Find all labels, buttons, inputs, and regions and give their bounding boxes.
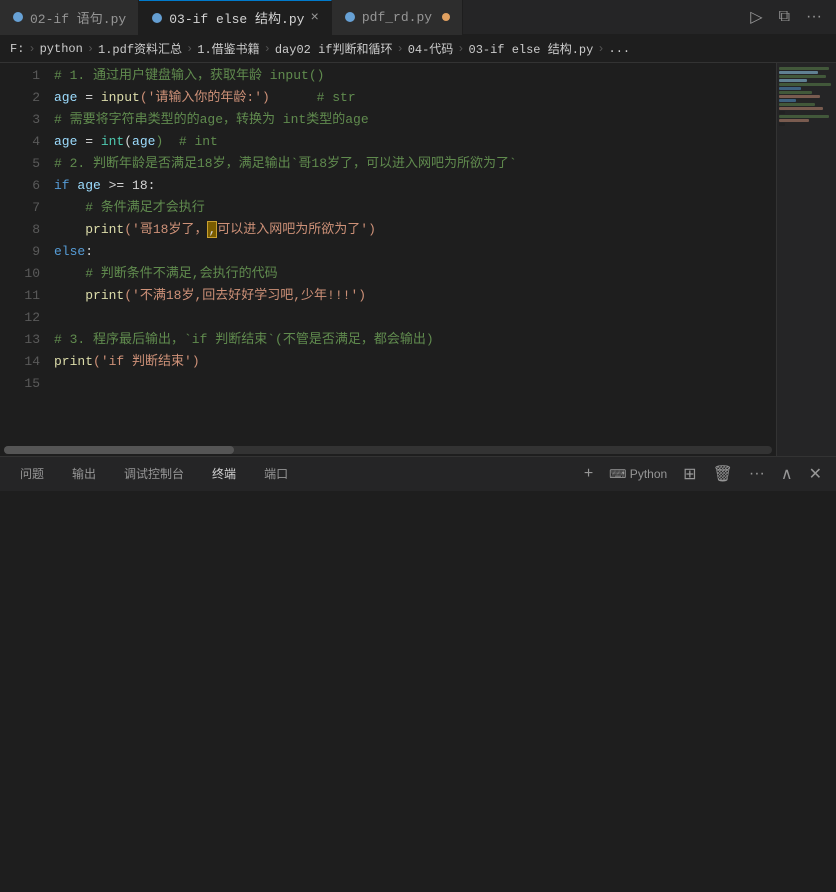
code-line-9: else: <box>54 241 776 263</box>
line-number-9: 9 <box>0 241 40 263</box>
breadcrumb: F: › python › 1.pdf资料汇总 › 1.借鉴书籍 › day02… <box>0 35 836 63</box>
tab-bar: 02-if 语句.py 03-if else 结构.py × pdf_rd.py… <box>0 0 836 35</box>
split-editor-button[interactable]: ⧉ <box>773 6 796 28</box>
collapse-panel-button[interactable]: ∧ <box>775 462 799 486</box>
minimap-content <box>777 63 836 456</box>
minimap-line <box>779 67 829 70</box>
panel-tab-problems[interactable]: 问题 <box>8 457 56 492</box>
python-file-icon <box>12 11 24 23</box>
python-file-icon-active <box>151 12 163 24</box>
run-button[interactable]: ▷ <box>744 5 768 29</box>
add-terminal-button[interactable]: + <box>578 463 599 485</box>
tab-actions: ▷ ⧉ ··· <box>744 5 836 29</box>
code-line-11: print('不满18岁,回去好好学习吧,少年!!!') <box>54 285 776 307</box>
dirty-indicator <box>442 13 450 21</box>
minimap-line <box>779 107 823 110</box>
tab-03-if-else[interactable]: 03-if else 结构.py × <box>139 0 332 35</box>
minimap-line <box>779 123 785 126</box>
minimap <box>776 63 836 456</box>
tab-pdf-rd-label: pdf_rd.py <box>362 10 432 25</box>
trash-button[interactable]: 🗑 <box>707 462 739 486</box>
line-number-13: 13 <box>0 329 40 351</box>
line-number-15: 15 <box>0 373 40 395</box>
line-number-12: 12 <box>0 307 40 329</box>
code-line-13: # 3. 程序最后输出，`if 判断结束`(不管是否满足，都会输出) <box>54 329 776 351</box>
code-content[interactable]: 123456789101112131415 # 1. 通过用户键盘输入，获取年龄… <box>0 63 776 444</box>
line-number-3: 3 <box>0 109 40 131</box>
tab-02-if[interactable]: 02-if 语句.py <box>0 0 139 35</box>
minimap-line <box>779 99 796 102</box>
breadcrumb-python[interactable]: python <box>40 42 83 56</box>
line-number-6: 6 <box>0 175 40 197</box>
shell-selector-button[interactable]: ⌨ Python <box>603 465 673 483</box>
code-line-8: print('哥18岁了，,可以进入网吧为所欲为了') <box>54 219 776 241</box>
minimap-line <box>779 91 812 94</box>
breadcrumb-f[interactable]: F: <box>10 42 24 56</box>
minimap-lines <box>777 63 836 131</box>
code-line-10: # 判断条件不满足,会执行的代码 <box>54 263 776 285</box>
breadcrumb-day02[interactable]: day02 if判断和循环 <box>275 40 393 57</box>
minimap-line <box>779 95 820 98</box>
code-line-1: # 1. 通过用户键盘输入，获取年龄 input() <box>54 65 776 87</box>
panel-tab-ports[interactable]: 端口 <box>252 457 300 492</box>
line-number-5: 5 <box>0 153 40 175</box>
line-number-7: 7 <box>0 197 40 219</box>
code-line-4: age = int(age) # int <box>54 131 776 153</box>
tab-pdf-rd[interactable]: pdf_rd.py <box>332 0 463 35</box>
code-lines[interactable]: # 1. 通过用户键盘输入，获取年龄 input()age = input('请… <box>50 63 776 444</box>
code-line-6: if age >= 18: <box>54 175 776 197</box>
line-number-2: 2 <box>0 87 40 109</box>
close-panel-button[interactable]: ✕ <box>803 462 828 486</box>
line-numbers: 123456789101112131415 <box>0 63 50 444</box>
tab-03-if-else-label: 03-if else 结构.py <box>169 8 304 27</box>
terminal-area[interactable] <box>0 491 836 892</box>
breadcrumb-books[interactable]: 1.借鉴书籍 <box>197 40 259 57</box>
code-line-2: age = input('请输入你的年龄:') # str <box>54 87 776 109</box>
minimap-line <box>779 115 829 118</box>
line-number-1: 1 <box>0 65 40 87</box>
more-tabs-button[interactable]: ··· <box>800 6 828 28</box>
code-line-14: print('if 判断结束') <box>54 351 776 373</box>
code-line-5: # 2. 判断年龄是否满足18岁，满足输出`哥18岁了，可以进入网吧为所欲为了` <box>54 153 776 175</box>
line-number-11: 11 <box>0 285 40 307</box>
line-number-8: 8 <box>0 219 40 241</box>
horizontal-scrollbar[interactable] <box>0 444 776 456</box>
code-line-15 <box>54 373 776 395</box>
editor-container: 123456789101112131415 # 1. 通过用户键盘输入，获取年龄… <box>0 63 836 456</box>
minimap-line <box>779 87 801 90</box>
panel-tabs: 问题 输出 调试控制台 终端 端口 + ⌨ Python ⊞ 🗑 ··· ∧ ✕ <box>0 456 836 491</box>
code-line-7: # 条件满足才会执行 <box>54 197 776 219</box>
minimap-line <box>779 111 785 114</box>
panel-tab-debug[interactable]: 调试控制台 <box>112 457 196 492</box>
python-file-icon-pdf <box>344 11 356 23</box>
more-panel-button[interactable]: ··· <box>743 463 771 485</box>
breadcrumb-pdf[interactable]: 1.pdf资料汇总 <box>98 40 182 57</box>
code-line-12 <box>54 307 776 329</box>
breadcrumb-more[interactable]: ... <box>609 42 631 56</box>
minimap-line <box>779 71 818 74</box>
line-number-14: 14 <box>0 351 40 373</box>
line-number-10: 10 <box>0 263 40 285</box>
minimap-line <box>779 83 831 86</box>
minimap-line <box>779 75 826 78</box>
panel-actions: + ⌨ Python ⊞ 🗑 ··· ∧ ✕ <box>578 462 828 486</box>
tab-03-close-icon[interactable]: × <box>310 10 318 26</box>
panel-tab-terminal[interactable]: 终端 <box>200 457 248 492</box>
minimap-line <box>779 103 815 106</box>
scrollbar-track[interactable] <box>4 446 772 454</box>
scrollbar-thumb[interactable] <box>4 446 234 454</box>
line-number-4: 4 <box>0 131 40 153</box>
breadcrumb-file[interactable]: 03-if else 结构.py <box>469 40 594 57</box>
minimap-line <box>779 79 807 82</box>
split-terminal-button[interactable]: ⊞ <box>677 462 702 486</box>
breadcrumb-code[interactable]: 04-代码 <box>408 40 454 57</box>
code-editor: 123456789101112131415 # 1. 通过用户键盘输入，获取年龄… <box>0 63 776 456</box>
code-line-3: # 需要将字符串类型的的age，转换为 int类型的age <box>54 109 776 131</box>
tab-02-if-label: 02-if 语句.py <box>30 8 126 27</box>
panel-tab-output[interactable]: 输出 <box>60 457 108 492</box>
minimap-line <box>779 119 809 122</box>
